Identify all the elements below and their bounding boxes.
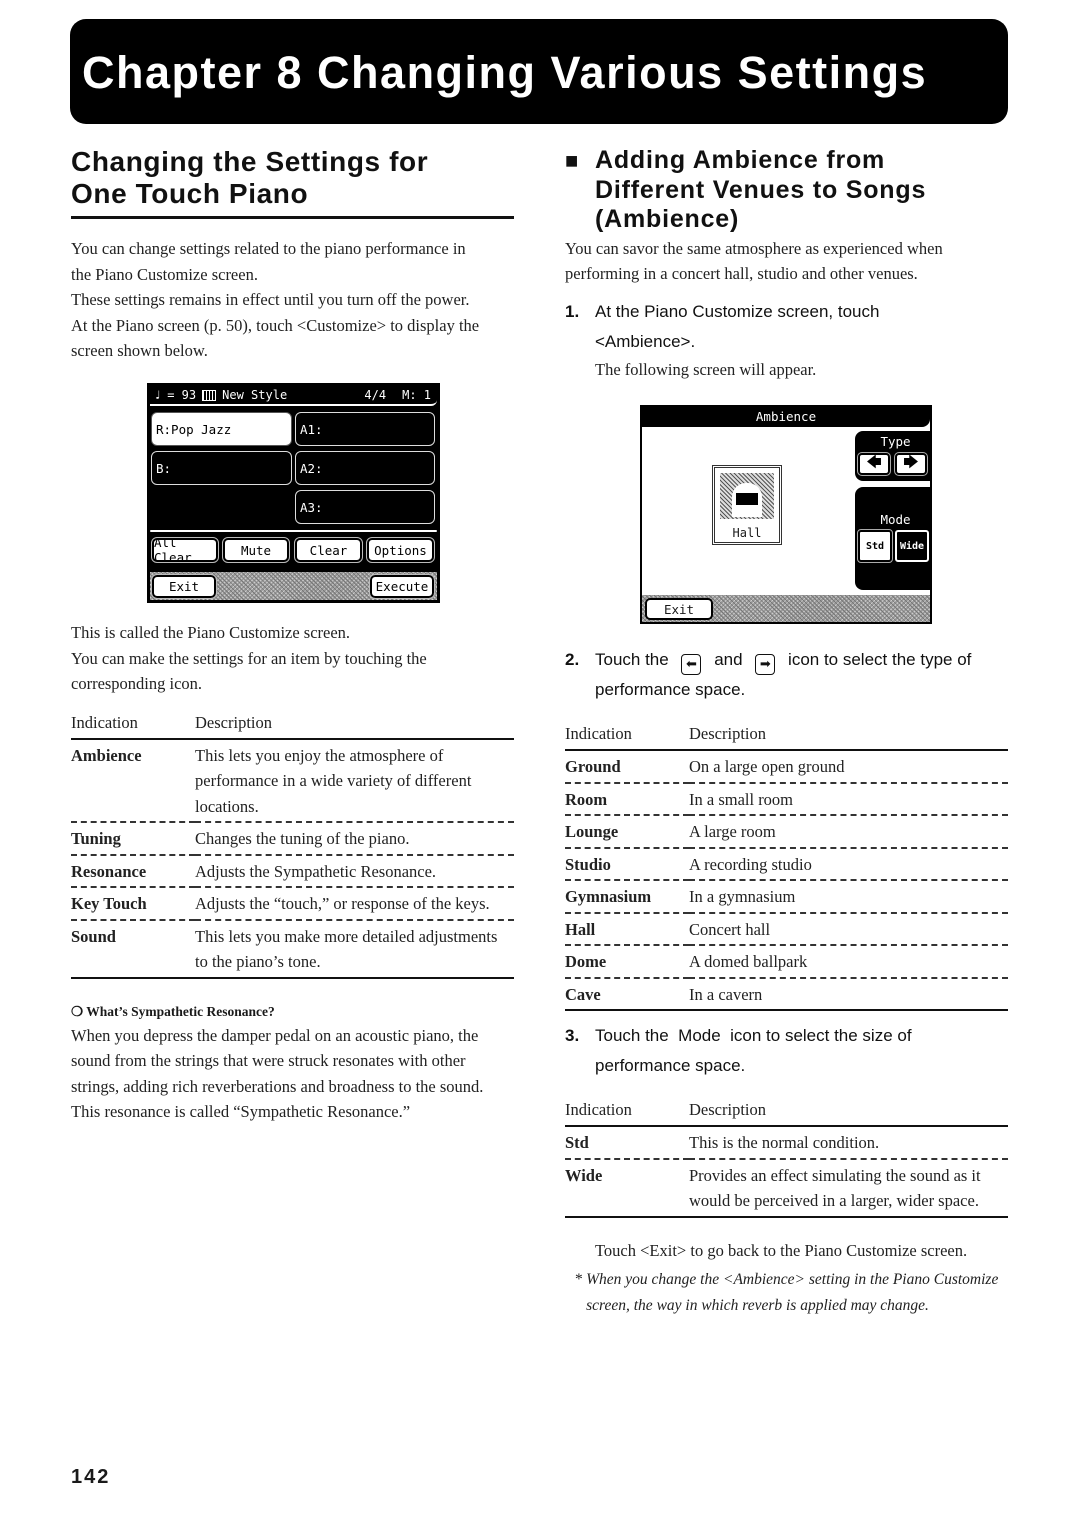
- right-lower: 2. Touch the ⬅ and ➡ icon to select the …: [565, 645, 1008, 1318]
- table-row: Lounge A large room: [565, 814, 1008, 848]
- arrow-right-icon: 🡆: [903, 452, 919, 471]
- table-row: Studio A recording studio: [565, 846, 1008, 880]
- footnote: * When you change the <Ambience> setting…: [565, 1267, 1008, 1318]
- ambience-exit-button[interactable]: Exit: [645, 598, 713, 620]
- venue-types-table: Indication Description Ground On a large …: [565, 723, 1008, 1011]
- clear-button[interactable]: Clear: [294, 537, 363, 563]
- section-title-ambience: ■ Adding Ambience from Different Venues …: [565, 146, 927, 233]
- ambience-intro: You can savor the same atmosphere as exp…: [565, 238, 943, 284]
- chapter-title: Chapter 8 Changing Various Settings: [82, 46, 928, 98]
- time-signature: 4/4: [364, 388, 387, 402]
- ambience-screen: Ambience Hall Type 🡄 🡆 Mode Std Wide Exi…: [640, 405, 932, 624]
- right-column: ■ Adding Ambience from Different Venues …: [565, 146, 1008, 382]
- chapter-header: Chapter 8 Changing Various Settings: [70, 19, 1008, 124]
- venue-hall-icon: Hall: [712, 465, 782, 545]
- col-header-indication: Indication: [565, 723, 689, 751]
- section-title-one-touch-piano: Changing the Settings for One Touch Pian…: [71, 146, 514, 219]
- asterisk-icon: *: [575, 1271, 583, 1288]
- venue-label: Hall: [732, 526, 762, 540]
- style-name: New Style: [222, 388, 288, 402]
- step-2: 2. Touch the ⬅ and ➡ icon to select the …: [565, 650, 972, 699]
- table-row: Gymnasium In a gymnasium: [565, 879, 1008, 913]
- left-arrow-icon: ⬅: [681, 653, 702, 675]
- table-row: Ambience This lets you enjoy the atmosphe…: [71, 745, 472, 816]
- mode-std-button[interactable]: Std: [857, 529, 893, 563]
- step-1: 1. At the Piano Customize screen, touch …: [565, 297, 1008, 383]
- mode-panel: Mode Std Wide: [855, 487, 932, 590]
- col-header-description: Description: [195, 711, 514, 740]
- table-row: Ground On a large open ground: [565, 757, 845, 776]
- step-1-result: The following screen will appear.: [595, 359, 817, 379]
- type-next-button[interactable]: 🡆: [894, 452, 928, 476]
- screen-status-bar: ♩ = 93 New Style 4/4 M: 1: [150, 386, 437, 406]
- col-header-description: Description: [689, 723, 1008, 751]
- customize-items-table: Indication Description Ambience This lets…: [71, 711, 514, 979]
- circle-bullet-icon: ❍: [71, 1003, 84, 1019]
- square-bullet-icon: ■: [565, 148, 580, 173]
- measure-readout: M: 1: [402, 388, 431, 402]
- piano-customize-screen: ♩ = 93 New Style 4/4 M: 1 R:Pop Jazz A1:…: [147, 383, 440, 603]
- col-header-description: Description: [689, 1099, 1008, 1127]
- type-prev-button[interactable]: 🡄: [857, 452, 891, 476]
- type-panel: Type 🡄 🡆: [855, 431, 932, 481]
- mode-table: Indication Description Std This is the no…: [565, 1099, 1008, 1218]
- right-arrow-icon: ➡: [755, 653, 776, 675]
- mute-button[interactable]: Mute: [222, 537, 290, 563]
- step-3: 3. Touch the Mode icon to select the siz…: [565, 1026, 912, 1075]
- part-a2-cell[interactable]: A2:: [295, 451, 435, 485]
- table-row: Resonance Adjusts the Sympathetic Resonan…: [71, 853, 514, 887]
- quarter-note-icon: ♩: [154, 388, 162, 402]
- table-row: Tuning Changes the tuning of the piano.: [71, 821, 514, 855]
- intro-paragraph: You can change settings related to the p…: [71, 239, 480, 360]
- table-row: Dome A domed ballpark: [565, 944, 1008, 978]
- left-lower: This is called the Piano Customize scree…: [71, 620, 514, 1125]
- arrow-left-icon: 🡄: [866, 452, 882, 471]
- left-column: Changing the Settings for One Touch Pian…: [71, 146, 514, 364]
- options-button[interactable]: Options: [366, 537, 435, 563]
- page-number: 142: [71, 1466, 111, 1488]
- style-icon: [202, 389, 217, 401]
- table-row: Wide Provides an effect simulating the so…: [565, 1157, 1008, 1218]
- tempo-readout: = 93: [167, 388, 197, 402]
- screen-title: Ambience: [642, 407, 930, 427]
- note-paragraph: When you depress the damper pedal on an …: [71, 1025, 484, 1122]
- table-row: Cave In a cavern: [565, 976, 1008, 1011]
- exit-instruction: Touch <Exit> to go back to the Piano Cus…: [595, 1240, 968, 1260]
- exit-button[interactable]: Exit: [151, 574, 217, 599]
- col-header-indication: Indication: [71, 711, 195, 740]
- part-r-cell[interactable]: R:Pop Jazz: [151, 412, 292, 446]
- table-row: Hall Concert hall: [565, 911, 1008, 945]
- col-header-indication: Indication: [565, 1099, 689, 1127]
- table-row: Std This is the normal condition.: [565, 1133, 880, 1152]
- hall-stage-image: [720, 473, 774, 519]
- part-a3-cell[interactable]: A3:: [295, 490, 435, 524]
- table-row: Room In a small room: [565, 781, 1008, 815]
- execute-button[interactable]: Execute: [369, 574, 435, 599]
- table-row: Sound This lets you make more detailed ad…: [71, 918, 514, 979]
- table-row: Key Touch Adjusts the “touch,” or respons…: [71, 886, 514, 920]
- all-clear-button[interactable]: All Clear: [151, 535, 219, 565]
- screen-caption: This is called the Piano Customize scree…: [71, 623, 427, 693]
- grand-piano-icon: [736, 493, 758, 505]
- note-heading: ❍ What’s Sympathetic Resonance?: [71, 1003, 275, 1019]
- mode-wide-button[interactable]: Wide: [895, 530, 929, 562]
- part-b-cell[interactable]: B:: [151, 451, 292, 485]
- divider: [150, 530, 437, 532]
- part-a1-cell[interactable]: A1:: [295, 412, 435, 446]
